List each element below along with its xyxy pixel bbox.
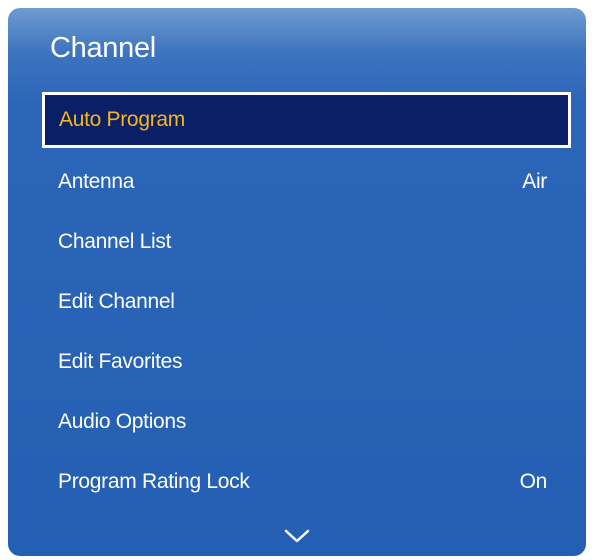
menu-item-label: Program Rating Lock	[58, 470, 250, 493]
menu-item-auto-program[interactable]: Auto Program	[42, 92, 571, 148]
menu-title: Channel	[50, 32, 156, 64]
menu-item-antenna[interactable]: Antenna Air	[8, 152, 586, 212]
menu-item-label: Antenna	[58, 170, 135, 193]
menu-item-label: Audio Options	[58, 410, 187, 433]
menu-item-value: On	[519, 470, 548, 493]
channel-menu-panel: Channel Auto Program Antenna Air Channel…	[8, 8, 586, 556]
menu-item-value: Air	[522, 170, 547, 193]
menu-item-edit-favorites[interactable]: Edit Favorites	[8, 332, 586, 392]
chevron-down-icon[interactable]	[284, 528, 310, 544]
menu-item-channel-list[interactable]: Channel List	[8, 212, 586, 272]
menu-list: Auto Program Antenna Air Channel List Ed…	[8, 92, 586, 512]
menu-item-edit-channel[interactable]: Edit Channel	[8, 272, 586, 332]
menu-item-label: Channel List	[58, 230, 172, 253]
menu-item-label: Edit Channel	[58, 290, 175, 313]
menu-item-program-rating-lock[interactable]: Program Rating Lock On	[8, 452, 586, 512]
menu-item-label: Edit Favorites	[58, 350, 183, 373]
menu-item-audio-options[interactable]: Audio Options	[8, 392, 586, 452]
menu-item-label: Auto Program	[59, 108, 185, 131]
